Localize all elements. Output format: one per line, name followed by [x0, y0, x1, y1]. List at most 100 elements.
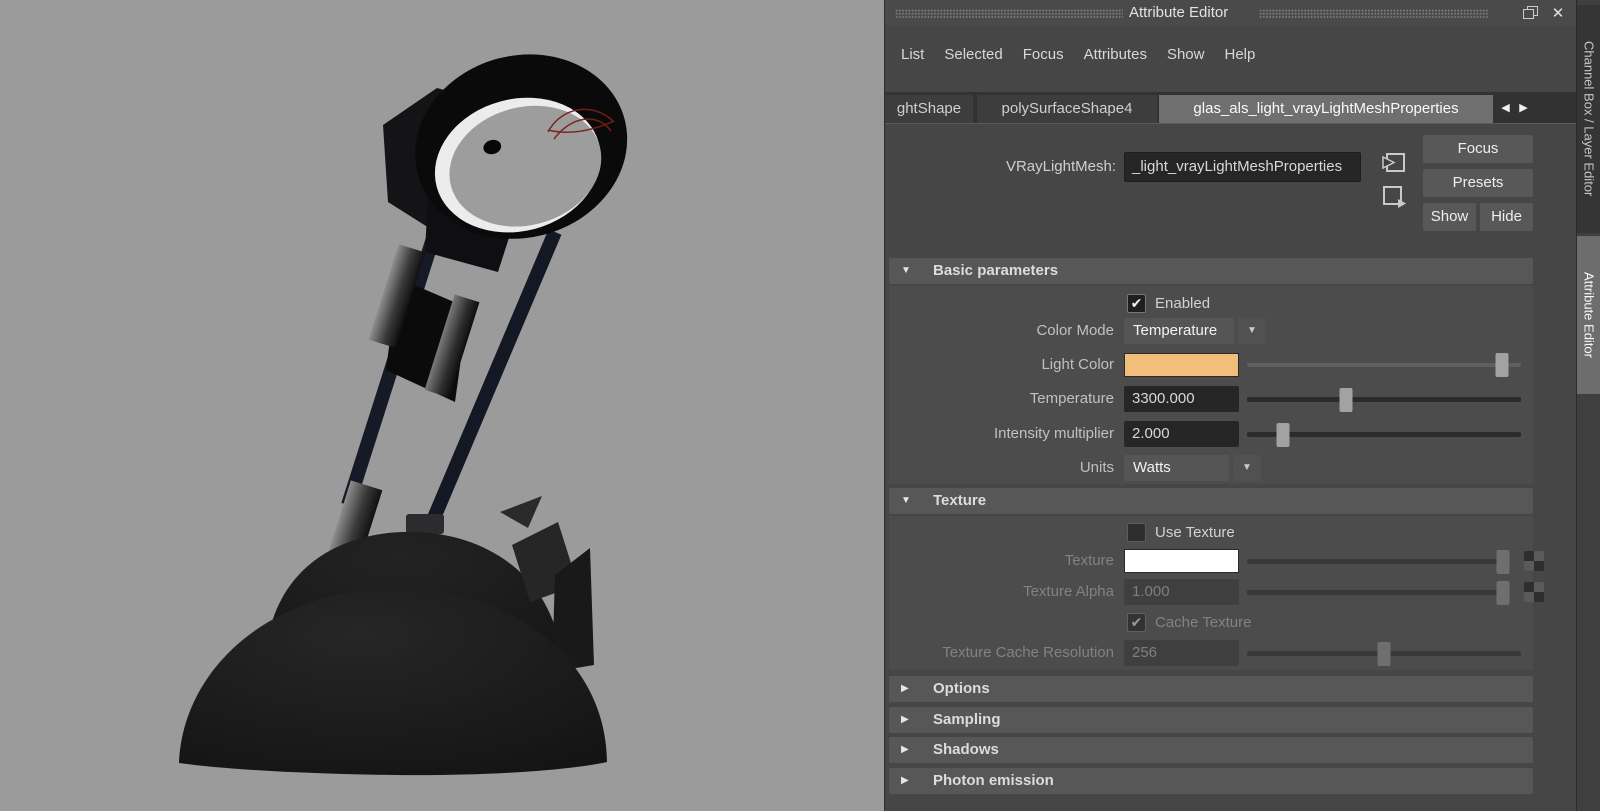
texture-alpha-field[interactable]: 1.000 [1124, 579, 1239, 605]
maya-window: Attribute Editor ✕ List Selected Focus A… [0, 0, 1600, 811]
chevron-down-icon[interactable] [1238, 318, 1266, 344]
tab-lightshape[interactable]: ghtShape [885, 95, 973, 123]
section-shadows[interactable]: ▶ Shadows [889, 737, 1533, 763]
temperature-field[interactable]: 3300.000 [1124, 386, 1239, 412]
units-label: Units [885, 455, 1114, 481]
temperature-label: Temperature [885, 386, 1114, 412]
texture-slider[interactable] [1247, 559, 1503, 564]
section-title: Sampling [933, 707, 1001, 733]
section-title: Photon emission [933, 768, 1054, 794]
enabled-checkbox[interactable]: ✔ [1127, 294, 1146, 313]
texture-alpha-map-button[interactable] [1524, 582, 1544, 602]
node-type-label: VRayLightMesh: [885, 158, 1116, 175]
light-color-row: Light Color [885, 352, 1577, 378]
close-panel-button[interactable]: ✕ [1547, 2, 1569, 24]
light-color-slider[interactable] [1247, 363, 1521, 367]
enabled-label: Enabled [1155, 291, 1210, 317]
texture-label: Texture [885, 548, 1114, 574]
tab-vraylightmeshproperties[interactable]: glas_als_light_vrayLightMeshProperties [1159, 95, 1493, 123]
slider-handle[interactable] [1378, 642, 1391, 666]
menu-focus[interactable]: Focus [1022, 44, 1065, 65]
hide-button[interactable]: Hide [1480, 203, 1533, 231]
menu-list[interactable]: List [900, 44, 925, 65]
slider-handle[interactable] [1495, 353, 1508, 377]
drag-handle-dots[interactable] [895, 9, 1123, 18]
cache-texture-checkbox[interactable]: ✔ [1127, 613, 1146, 632]
light-color-swatch[interactable] [1124, 353, 1239, 377]
show-button[interactable]: Show [1423, 203, 1476, 231]
dock-tab-strip: Channel Box / Layer Editor Attribute Edi… [1576, 0, 1600, 811]
intensity-multiplier-slider[interactable] [1247, 432, 1521, 437]
collapsed-triangle-icon: ▶ [901, 737, 915, 763]
panel-title: Attribute Editor [1129, 4, 1228, 21]
close-icon: ✕ [1552, 4, 1565, 22]
expanded-triangle-icon: ▼ [901, 488, 915, 514]
use-texture-row: Use Texture [885, 520, 1577, 546]
texture-cache-resolution-slider[interactable] [1247, 651, 1521, 656]
section-sampling[interactable]: ▶ Sampling [889, 707, 1533, 733]
use-texture-checkbox[interactable] [1127, 523, 1146, 542]
panel-titlebar[interactable]: Attribute Editor ✕ [885, 0, 1576, 26]
intensity-multiplier-field[interactable]: 2.000 [1124, 421, 1239, 447]
texture-alpha-slider[interactable] [1247, 590, 1503, 595]
light-color-label: Light Color [885, 352, 1114, 378]
show-input-connections-button[interactable] [1379, 150, 1407, 176]
section-title: Basic parameters [933, 258, 1058, 284]
undock-window-button[interactable] [1519, 2, 1541, 24]
texture-map-button[interactable] [1524, 551, 1544, 571]
temperature-slider[interactable] [1247, 397, 1521, 402]
menu-selected[interactable]: Selected [943, 44, 1003, 65]
intensity-multiplier-label: Intensity multiplier [885, 421, 1114, 447]
tab-scroll-left-icon[interactable]: ◀ [1498, 98, 1513, 118]
tab-polysurfaceshape4[interactable]: polySurfaceShape4 [977, 95, 1157, 123]
menu-show[interactable]: Show [1166, 44, 1206, 65]
units-dropdown[interactable]: Watts [1124, 455, 1229, 481]
texture-swatch[interactable] [1124, 549, 1239, 573]
node-name-field[interactable]: _light_vrayLightMeshProperties [1124, 152, 1361, 182]
menu-attributes[interactable]: Attributes [1083, 44, 1148, 65]
cache-texture-row: ✔ Cache Texture [885, 610, 1577, 636]
show-output-connections-button[interactable] [1379, 184, 1407, 210]
restore-window-icon [1523, 6, 1538, 20]
output-connection-icon [1379, 184, 1407, 210]
intensity-multiplier-row: Intensity multiplier 2.000 [885, 421, 1577, 447]
collapsed-triangle-icon: ▶ [901, 768, 915, 794]
color-mode-label: Color Mode [885, 318, 1114, 344]
viewport-3d[interactable] [0, 0, 884, 811]
color-mode-dropdown[interactable]: Temperature [1124, 318, 1234, 344]
section-title: Options [933, 676, 990, 702]
tab-attribute-editor[interactable]: Attribute Editor [1577, 236, 1600, 394]
menu-help[interactable]: Help [1223, 44, 1256, 65]
cache-texture-label: Cache Texture [1155, 610, 1251, 636]
drag-handle-dots[interactable] [1259, 9, 1489, 18]
section-basic-parameters[interactable]: ▼ Basic parameters [889, 258, 1533, 284]
section-photon-emission[interactable]: ▶ Photon emission [889, 768, 1533, 794]
enabled-row: ✔ Enabled [885, 291, 1577, 317]
attribute-editor-panel: Attribute Editor ✕ List Selected Focus A… [884, 0, 1576, 811]
tab-channel-box-layer-editor[interactable]: Channel Box / Layer Editor [1577, 5, 1600, 233]
temperature-row: Temperature 3300.000 [885, 386, 1577, 412]
slider-handle[interactable] [1497, 550, 1510, 574]
units-row: Units Watts [885, 455, 1577, 481]
panel-menubar: List Selected Focus Attributes Show Help [900, 44, 1256, 65]
input-connection-icon [1379, 150, 1407, 176]
collapsed-triangle-icon: ▶ [901, 707, 915, 733]
chevron-down-icon[interactable] [1233, 455, 1261, 481]
tab-scroll-right-icon[interactable]: ▶ [1516, 98, 1531, 118]
texture-cache-resolution-row: Texture Cache Resolution 256 [885, 640, 1577, 666]
collapsed-triangle-icon: ▶ [901, 676, 915, 702]
slider-handle[interactable] [1497, 581, 1510, 605]
expanded-triangle-icon: ▼ [901, 258, 915, 284]
section-texture[interactable]: ▼ Texture [889, 488, 1533, 514]
slider-handle[interactable] [1276, 423, 1289, 447]
desk-lamp-model [0, 0, 884, 811]
node-tabbar: ghtShape polySurfaceShape4 glas_als_ligh… [885, 92, 1576, 124]
presets-button[interactable]: Presets [1423, 169, 1533, 197]
focus-button[interactable]: Focus [1423, 135, 1533, 163]
texture-cache-resolution-label: Texture Cache Resolution [885, 640, 1114, 666]
texture-cache-resolution-field[interactable]: 256 [1124, 640, 1239, 666]
texture-alpha-label: Texture Alpha [885, 579, 1114, 605]
section-options[interactable]: ▶ Options [889, 676, 1533, 702]
slider-handle[interactable] [1339, 388, 1352, 412]
section-title: Texture [933, 488, 986, 514]
